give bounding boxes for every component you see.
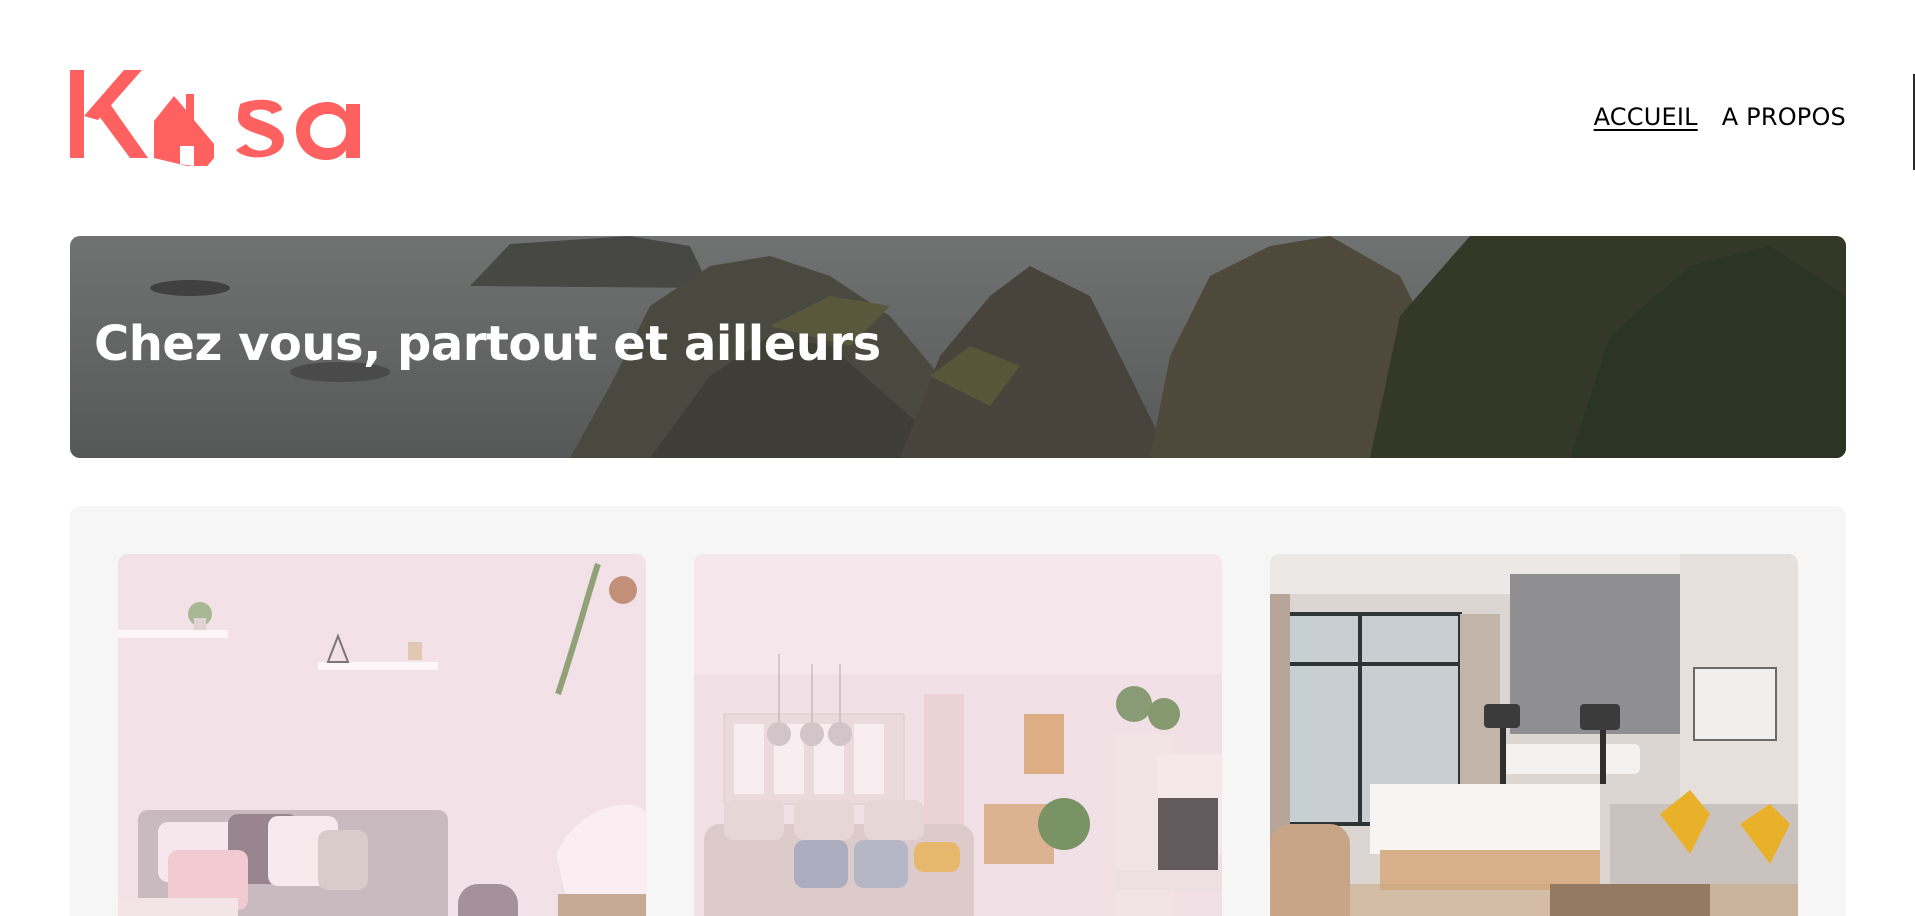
listing-card[interactable]	[118, 554, 646, 916]
listing-card[interactable]	[1270, 554, 1798, 916]
listing-image	[118, 554, 646, 916]
listing-image	[694, 554, 1222, 916]
nav-link-accueil[interactable]: ACCUEIL	[1594, 103, 1698, 131]
nav-link-a-propos[interactable]: A PROPOS	[1722, 103, 1846, 131]
listing-card[interactable]	[694, 554, 1222, 916]
kasa-logo[interactable]	[70, 66, 362, 170]
hero-banner: Chez vous, partout et ailleurs	[70, 236, 1846, 458]
site-header: ACCUEIL A PROPOS	[70, 66, 1846, 170]
main-nav: ACCUEIL A PROPOS	[1594, 103, 1846, 131]
listing-image	[1270, 554, 1798, 916]
listings-gallery	[70, 506, 1846, 916]
kasa-logo-graphic	[70, 70, 360, 170]
banner-title: Chez vous, partout et ailleurs	[94, 316, 881, 372]
